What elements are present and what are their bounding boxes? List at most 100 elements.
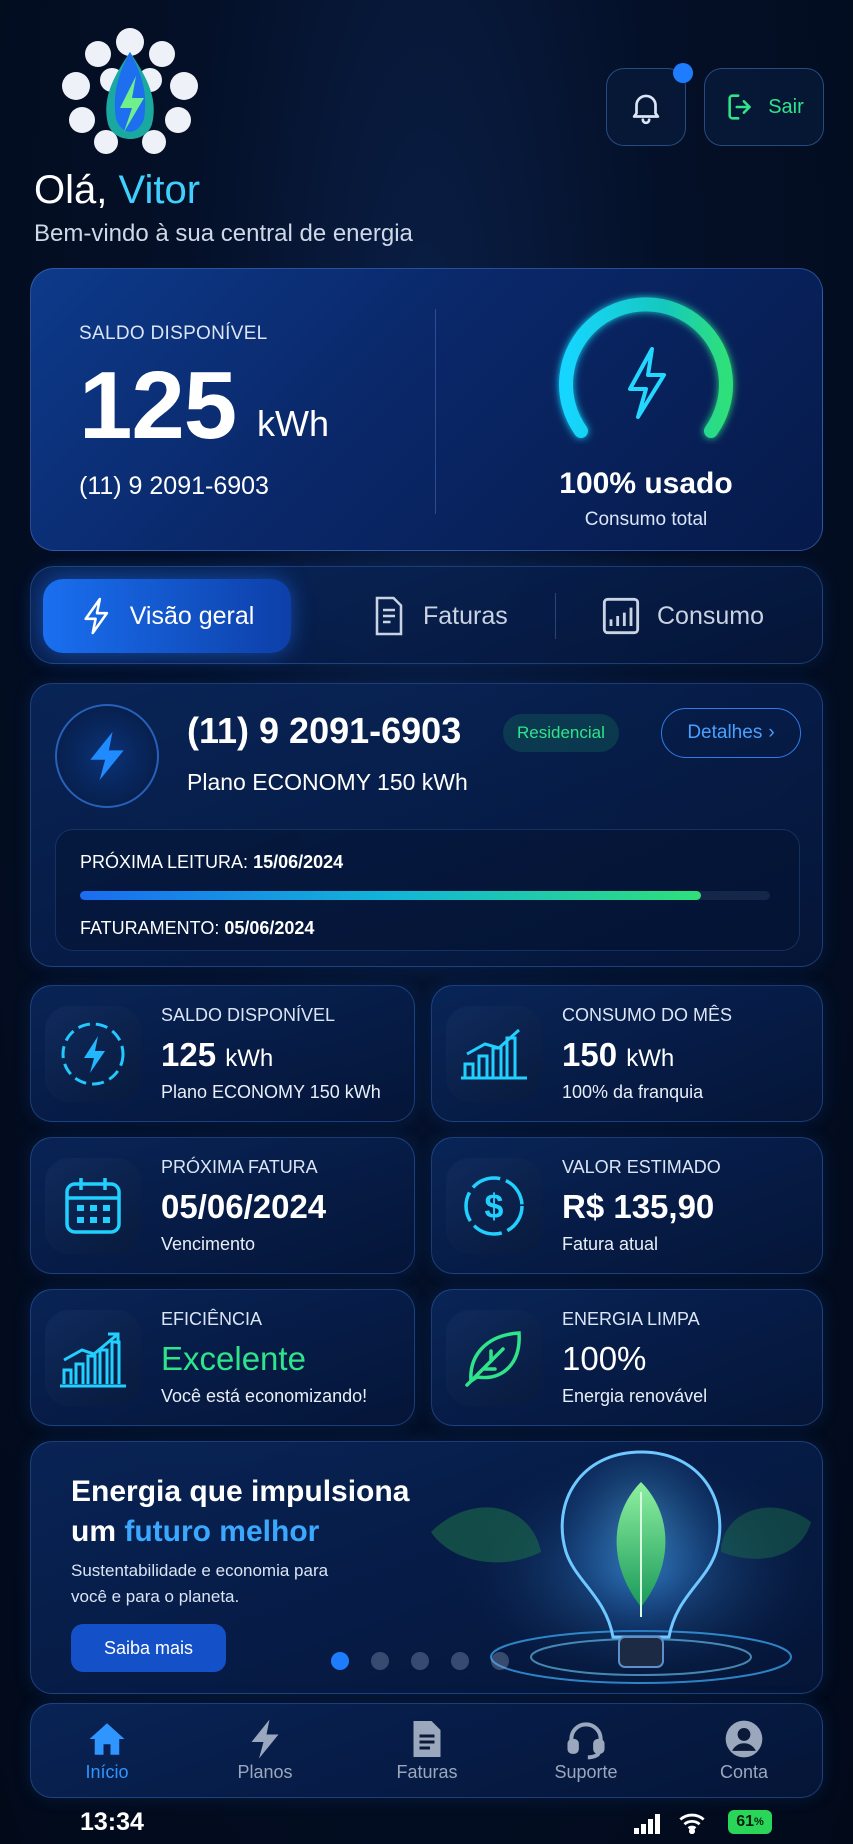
usage-gauge: [559, 297, 733, 438]
dollar-icon: $: [446, 1158, 542, 1254]
balance-value: 125: [79, 352, 237, 459]
leaf-icon: [446, 1310, 542, 1406]
stat-sub: Fatura atual: [562, 1234, 659, 1254]
battery-level: 61: [736, 1813, 754, 1830]
promo-highlight: futuro melhor: [124, 1515, 320, 1548]
growth-chart-icon: [45, 1310, 141, 1406]
stat-value: 150 kWh: [562, 1036, 675, 1073]
stat-estimated-value[interactable]: $ VALOR ESTIMADO R$ 135,90 Fatura atual: [431, 1137, 823, 1274]
tab-bar: Visão geral Faturas Consumo: [30, 566, 823, 664]
stat-clean-energy[interactable]: ENERGIA LIMPA 100% Energia renovável: [431, 1289, 823, 1426]
svg-text:$: $: [485, 1188, 504, 1226]
plan-name: Plano ECONOMY 150 kWh: [187, 769, 468, 795]
chart-icon: [602, 597, 640, 635]
invoice-icon: [375, 596, 403, 636]
home-icon: [89, 1723, 125, 1755]
stat-value: 05/06/2024: [161, 1188, 327, 1225]
nav-label: Suporte: [554, 1762, 618, 1782]
bolt-icon: [628, 347, 666, 419]
stat-value: R$ 135,90: [562, 1188, 715, 1225]
carousel-dot[interactable]: [331, 1652, 349, 1670]
balance-label: SALDO DISPONÍVEL: [79, 323, 268, 344]
nav-invoices[interactable]: Faturas: [367, 1716, 487, 1783]
stat-value: 125 kWh: [161, 1036, 274, 1073]
greeting-text: Olá,: [34, 168, 119, 212]
plan-type-badge: Residencial: [503, 714, 619, 752]
logout-label: Sair: [768, 95, 804, 118]
promo-subtitle: Sustentabilidade e economia para você e …: [71, 1561, 329, 1606]
carousel-dot[interactable]: [491, 1652, 509, 1670]
status-bar: 13:34 61%: [0, 1806, 853, 1844]
nav-home[interactable]: Início: [47, 1716, 167, 1783]
nav-plans[interactable]: Planos: [205, 1716, 325, 1783]
user-name: Vitor: [118, 168, 201, 212]
stat-sub: 100% da franquia: [562, 1082, 704, 1102]
carousel-dot[interactable]: [371, 1652, 389, 1670]
usage-percent-text: 100% usado: [559, 467, 733, 500]
app-logo: [62, 28, 198, 154]
balance-phone: (11) 9 2091-6903: [79, 472, 269, 500]
invoice-icon: [413, 1721, 441, 1757]
stat-monthly-consumption[interactable]: CONSUMO DO MÊS 150 kWh 100% da franquia: [431, 985, 823, 1122]
carousel-dot[interactable]: [411, 1652, 429, 1670]
stat-efficiency[interactable]: EFICIÊNCIA Excelente Você está economiza…: [30, 1289, 415, 1426]
greeting: Olá, Vitor: [34, 168, 200, 213]
bar-chart-icon: [446, 1006, 542, 1102]
tab-label: Faturas: [423, 601, 508, 630]
details-label: Detalhes: [687, 722, 763, 743]
stat-sub: Plano ECONOMY 150 kWh: [161, 1082, 381, 1102]
nav-label: Planos: [237, 1762, 293, 1782]
bottom-nav: Início Planos Faturas Suporte Conta: [30, 1703, 823, 1798]
notifications-button[interactable]: [606, 63, 693, 146]
stat-sub: Vencimento: [161, 1234, 256, 1254]
nav-label: Faturas: [396, 1762, 458, 1782]
stat-balance[interactable]: SALDO DISPONÍVEL 125 kWh Plano ECONOMY 1…: [30, 985, 415, 1122]
user-icon: [725, 1720, 763, 1758]
bolt-icon: [84, 597, 108, 635]
stat-title: SALDO DISPONÍVEL: [161, 1005, 336, 1025]
nav-account[interactable]: Conta: [684, 1716, 804, 1783]
promo-heading: Energia que impulsiona um futuro melhor: [71, 1472, 409, 1552]
carousel-dots: [331, 1652, 509, 1670]
stat-title: PRÓXIMA FATURA: [161, 1157, 318, 1177]
promo-banner: Energia que impulsiona um futuro melhor S…: [30, 1441, 823, 1694]
bolt-icon: [251, 1719, 279, 1759]
next-reading: PRÓXIMA LEITURA: 15/06/2024: [80, 852, 344, 872]
bell-icon: [632, 94, 660, 125]
notification-dot: [673, 63, 693, 83]
details-button[interactable]: Detalhes ›: [661, 708, 801, 758]
learn-more-button[interactable]: Saiba mais: [71, 1624, 226, 1672]
battery-indicator: 61%: [728, 1810, 772, 1834]
stat-title: EFICIÊNCIA: [161, 1309, 263, 1329]
clock: 13:34: [80, 1808, 144, 1836]
promo-line2a: um: [71, 1515, 125, 1548]
plan-schedule: PRÓXIMA LEITURA: 15/06/2024 FATURAMENTO:…: [55, 829, 800, 951]
carousel-dot[interactable]: [451, 1652, 469, 1670]
stat-title: VALOR ESTIMADO: [562, 1157, 721, 1177]
stat-sub: Energia renovável: [562, 1386, 708, 1406]
stat-next-invoice[interactable]: PRÓXIMA FATURA 05/06/2024 Vencimento: [30, 1137, 415, 1274]
bolt-circle-icon: [45, 1006, 141, 1102]
nav-label: Conta: [719, 1762, 769, 1782]
tab-consumption[interactable]: Consumo: [601, 579, 764, 653]
bolt-icon: [90, 731, 124, 781]
balance-card: SALDO DISPONÍVEL 125 kWh (11) 9 2091-690…: [30, 268, 823, 551]
plan-card: (11) 9 2091-6903 Residencial Detalhes › P…: [30, 683, 823, 967]
calendar-icon: [45, 1158, 141, 1254]
stat-value: 100%: [562, 1340, 647, 1377]
nav-support[interactable]: Suporte: [526, 1716, 646, 1783]
chevron-right-icon: ›: [768, 722, 775, 743]
signal-icon: [634, 1814, 660, 1834]
logout-button[interactable]: Sair: [704, 68, 824, 146]
promo-line1: Energia que impulsiona: [71, 1475, 410, 1508]
tab-label: Consumo: [657, 601, 764, 630]
tab-overview[interactable]: Visão geral: [43, 579, 291, 653]
tab-label: Visão geral: [129, 601, 255, 630]
wifi-icon: [679, 1813, 705, 1834]
divider: [435, 309, 436, 514]
tab-invoices[interactable]: Faturas: [371, 579, 508, 653]
plan-progress-fill: [80, 891, 701, 900]
stat-title: CONSUMO DO MÊS: [562, 1005, 733, 1025]
plan-phone: (11) 9 2091-6903: [187, 710, 462, 751]
stat-value: Excelente: [161, 1340, 306, 1377]
